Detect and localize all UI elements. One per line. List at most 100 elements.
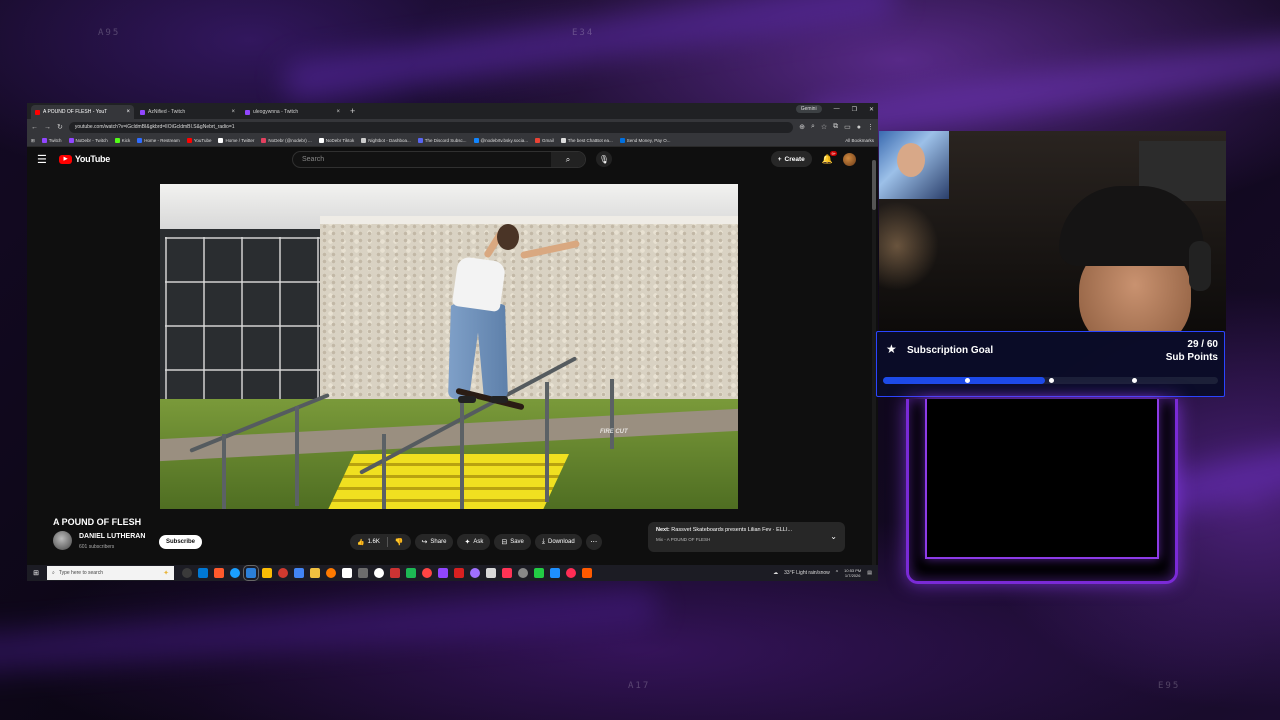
bookmark-item[interactable]: Gmail xyxy=(534,138,554,143)
apps-grid-icon[interactable]: ⊞ xyxy=(31,138,35,144)
bookmark-item[interactable]: Twitch xyxy=(41,138,62,143)
all-bookmarks-button[interactable]: All Bookmarks xyxy=(845,138,874,143)
close-window-icon[interactable]: ✕ xyxy=(869,106,874,113)
taskbar-app-icon[interactable] xyxy=(454,568,464,578)
like-count: 1.6K xyxy=(367,539,380,545)
more-actions-icon[interactable]: ⋯ xyxy=(585,534,602,550)
channel-avatar[interactable] xyxy=(53,531,72,550)
taskbar-app-icon[interactable] xyxy=(486,568,496,578)
subscription-goal-widget: ★ Subscription Goal 29 / 60 Sub Points xyxy=(876,331,1225,397)
save-button[interactable]: ⊟ Save xyxy=(494,534,531,550)
create-button[interactable]: + Create xyxy=(770,151,812,167)
goal-title: Subscription Goal xyxy=(907,345,994,356)
back-icon[interactable]: ← xyxy=(31,124,38,131)
sidebar-icon[interactable]: ▭ xyxy=(844,123,851,131)
taskbar-app-icon[interactable] xyxy=(534,568,544,578)
taskbar-app-icon[interactable] xyxy=(243,565,259,581)
taskbar-app-icon[interactable] xyxy=(390,568,400,578)
bookmark-item[interactable]: NoDebr - Twitch xyxy=(68,138,108,143)
bookmark-item[interactable]: The Discord Subsc... xyxy=(417,138,467,143)
zoom-icon[interactable]: ⌕ xyxy=(811,123,815,131)
search-input[interactable]: Search ⌕ xyxy=(292,151,586,168)
download-button[interactable]: ⤓ Download xyxy=(534,534,582,550)
taskbar-app-icon[interactable] xyxy=(278,568,288,578)
taskbar-app-icon[interactable] xyxy=(438,568,448,578)
taskbar-app-icon[interactable] xyxy=(406,568,416,578)
tray-chevron-icon[interactable]: ^ xyxy=(836,570,838,576)
install-icon[interactable]: ⊕ xyxy=(799,123,805,131)
windows-start-icon[interactable]: ⊞ xyxy=(29,565,43,581)
taskbar-app-icon[interactable] xyxy=(198,568,208,578)
bookmark-item[interactable]: Nightbot - Dashboa... xyxy=(361,138,411,143)
url-field[interactable]: youtube.com/watch?v=iGcldmBI&gkbrd=lIOiG… xyxy=(68,121,794,133)
tab-youtube[interactable]: A POUND OF FLESH - YouT × xyxy=(31,105,134,119)
taskbar-app-icon[interactable] xyxy=(566,568,576,578)
bookmark-item[interactable]: NoDebr (@nodebr) ... xyxy=(261,138,312,143)
bookmark-item[interactable]: YouTube xyxy=(186,138,211,143)
next-video-card[interactable]: Next: Rassvet Skateboards presents Lilia… xyxy=(648,522,845,552)
gemini-button[interactable]: Gemini xyxy=(795,105,822,113)
taskbar-app-icon[interactable] xyxy=(262,568,272,578)
taskbar-app-icon[interactable] xyxy=(230,568,240,578)
notifications-icon[interactable]: 🔔 9+ xyxy=(822,150,837,165)
taskbar-app-icon[interactable] xyxy=(422,568,432,578)
like-button[interactable]: 👍 1.6K xyxy=(350,537,388,547)
taskbar-app-icon[interactable] xyxy=(342,568,352,578)
tab-uleogywnna[interactable]: uleogywnna - Twitch × xyxy=(241,105,344,119)
maximize-icon[interactable]: ❐ xyxy=(852,106,857,113)
bookmark-item[interactable]: @nodebrtv.bsky.socia... xyxy=(473,138,528,143)
microphone-icon[interactable]: 🎙 xyxy=(596,151,612,167)
youtube-logo[interactable]: ▶ YouTube xyxy=(58,154,110,164)
forward-icon[interactable]: → xyxy=(44,124,51,131)
notification-center-icon[interactable]: ▤ xyxy=(867,570,872,576)
menu-dots-icon[interactable]: ⋮ xyxy=(867,123,874,131)
taskbar-app-icon[interactable] xyxy=(182,568,192,578)
tab-close-icon[interactable]: × xyxy=(231,109,235,115)
hamburger-menu-icon[interactable]: ☰ xyxy=(37,153,47,166)
taskbar-app-icon[interactable] xyxy=(214,568,224,578)
taskbar-app-icon[interactable] xyxy=(518,568,528,578)
extensions-icon[interactable]: ⧉ xyxy=(833,123,838,131)
bookmark-item[interactable]: Home - Restream xyxy=(137,138,180,143)
taskbar-app-icon[interactable] xyxy=(502,568,512,578)
new-tab-icon[interactable]: + xyxy=(346,106,359,116)
tab-aznified[interactable]: AzNified - Twitch × xyxy=(136,105,239,119)
search-icon[interactable]: ⌕ xyxy=(551,152,585,167)
taskbar-app-icon[interactable] xyxy=(294,568,304,578)
bookmark-item[interactable]: Home / Twitter xyxy=(218,138,254,143)
channel-name[interactable]: DANIEL LUTHERAN xyxy=(79,533,145,540)
taskbar-app-icon[interactable] xyxy=(358,568,368,578)
subscribe-button[interactable]: Subscribe xyxy=(159,535,203,549)
share-button[interactable]: ↪ Share xyxy=(414,534,454,550)
minimize-icon[interactable]: — xyxy=(834,106,840,112)
star-icon[interactable]: ☆ xyxy=(821,123,827,131)
tab-close-icon[interactable]: × xyxy=(126,109,130,115)
chevron-down-icon[interactable]: ⌄ xyxy=(830,532,837,541)
ask-button[interactable]: ✦ Ask xyxy=(457,534,491,550)
bookmark-item[interactable]: Kick xyxy=(114,138,130,143)
taskbar-clock[interactable]: 10:53 PM 1/7/2026 xyxy=(844,568,861,578)
taskbar-app-icon[interactable] xyxy=(470,568,480,578)
taskbar-app-icon[interactable] xyxy=(374,568,384,578)
avatar[interactable] xyxy=(843,152,856,166)
weather-text[interactable]: 33°F Light rain/snow xyxy=(784,570,830,576)
bookmark-item[interactable]: The best ChatBot ea... xyxy=(560,138,613,143)
reload-icon[interactable]: ↻ xyxy=(57,123,63,131)
video-watermark: FIRE CUT xyxy=(600,429,628,435)
bookmark-label: Home / Twitter xyxy=(225,138,255,143)
taskbar-app-icon[interactable] xyxy=(550,568,560,578)
scrollbar-thumb[interactable] xyxy=(872,160,876,210)
bookmark-item[interactable]: Send Money, Pay O... xyxy=(619,138,670,143)
taskbar-app-icon[interactable] xyxy=(326,568,336,578)
ask-label: Ask xyxy=(473,539,484,545)
taskbar-app-icon[interactable] xyxy=(310,568,320,578)
profile-icon[interactable]: ● xyxy=(857,124,861,131)
taskbar-app-icon[interactable] xyxy=(582,568,592,578)
notification-badge: 9+ xyxy=(830,150,837,156)
video-player[interactable]: FIRE CUT xyxy=(160,184,738,509)
dislike-button[interactable]: 👎 xyxy=(388,538,411,546)
tab-close-icon[interactable]: × xyxy=(336,109,340,115)
bookmark-item[interactable]: NoDebr Tiktok xyxy=(318,138,354,143)
bookmark-favicon-icon xyxy=(318,138,324,143)
taskbar-search-input[interactable]: ⌕ Type here to search ✦ xyxy=(47,566,174,580)
